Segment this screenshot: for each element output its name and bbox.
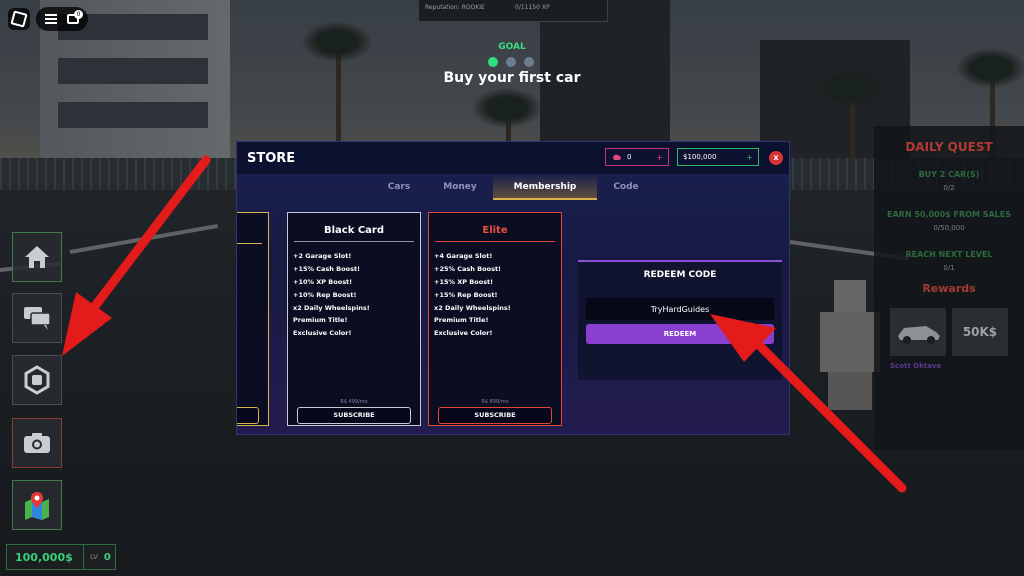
perk: +25% Cash Boost! [434, 264, 502, 273]
topbar-pill: 0 [36, 7, 88, 31]
robux-icon [24, 365, 50, 395]
reward-car-name: Scott Oktave [890, 362, 942, 370]
chat-badge: 0 [74, 10, 83, 19]
roblox-logo-icon [10, 10, 28, 28]
goal-step-dot [488, 57, 498, 67]
card-title: Black Card [323, 225, 385, 236]
reputation-text: Reputation: ROOKIE [425, 4, 485, 11]
camera-icon [24, 433, 50, 453]
goal-title: Buy your first car [443, 70, 581, 86]
membership-card-elite: Elite +4 Garage Slot! +25% Cash Boost! +… [428, 212, 562, 426]
perk: +15% Rep Boost! [434, 290, 498, 299]
level-value: 0 [103, 551, 111, 563]
tab-code[interactable]: Code [609, 174, 643, 200]
redeem-button[interactable]: REDEEM [586, 324, 774, 344]
map-icon [25, 492, 49, 520]
perk: +15% Cash Boost! [293, 264, 361, 273]
add-gems-icon[interactable]: + [656, 153, 663, 162]
map-button[interactable] [12, 480, 62, 530]
roblox-menu-button[interactable] [8, 8, 30, 30]
cash-display[interactable]: $100,000 + [677, 148, 759, 166]
card-price: R$ 499/mo [340, 399, 368, 405]
store-tabs: Cars Money Membership Code [237, 174, 789, 200]
store-header: STORE 0 + $100,000 + x [237, 142, 789, 174]
quest-item: EARN 50,000$ FROM SALES [887, 210, 1011, 219]
quest-progress: 0/50,000 [933, 224, 965, 232]
perk: +2 Garage Slot! [293, 252, 352, 260]
perk: Exclusive Color! [434, 329, 493, 338]
money-amount: 100,000$ [15, 550, 73, 564]
store-modal: STORE 0 + $100,000 + x Cars Money Member… [236, 141, 790, 435]
reward-cash: 50K$ [952, 308, 1008, 356]
daily-quest-panel: DAILY QUEST BUY 2 CAR(S) 0/2 EARN 50,000… [874, 126, 1024, 450]
quest-title: DAILY QUEST [905, 140, 993, 154]
perk: +15% XP Boost! [434, 277, 494, 286]
subscribe-button[interactable]: SUBSCRIBE [297, 407, 411, 424]
perk: +4 Garage Slot! [434, 252, 493, 260]
level-label: LV [90, 553, 98, 561]
goal-label: GOAL [498, 42, 526, 52]
perk: Exclusive Color! [293, 329, 352, 338]
tab-money[interactable]: Money [437, 174, 483, 200]
robux-button[interactable] [12, 355, 62, 405]
chat-icon [24, 307, 51, 330]
hamburger-menu-icon[interactable] [45, 14, 57, 24]
perk: x2 Daily Wheelspins! [293, 303, 370, 312]
car-icon [898, 326, 940, 344]
gems-display[interactable]: 0 + [605, 148, 669, 166]
tab-membership[interactable]: Membership [493, 174, 597, 200]
store-title: STORE [247, 151, 296, 166]
redeem-code-panel: REDEEM CODE REDEEM [578, 260, 782, 380]
reward-cash-text: 50K$ [962, 325, 998, 339]
perk: +10% Rep Boost! [293, 290, 357, 299]
rewards-label: Rewards [922, 282, 976, 295]
gem-icon [613, 154, 621, 160]
tab-cars[interactable]: Cars [381, 174, 417, 200]
perk: x2 Daily Wheelspins! [434, 303, 511, 312]
home-icon [25, 246, 49, 268]
perk: +10% XP Boost! [293, 277, 353, 286]
goal-step-dot [524, 57, 534, 67]
card-title: Elite [482, 225, 508, 236]
goal-progress-dots [488, 57, 534, 67]
subscribe-button-partial[interactable] [237, 407, 259, 424]
membership-card-black: Black Card +2 Garage Slot! +15% Cash Boo… [287, 212, 421, 426]
card-price: R$ 899/mo [481, 399, 509, 405]
gems-value: 0 [627, 153, 632, 161]
goal-step-dot [506, 57, 516, 67]
redeem-code-input[interactable] [586, 298, 774, 320]
perk: Premium Title! [293, 316, 348, 325]
perk: Premium Title! [434, 316, 489, 325]
add-cash-icon[interactable]: + [746, 153, 753, 162]
reward-car [890, 308, 946, 356]
redeem-title: REDEEM CODE [643, 270, 717, 280]
subscribe-button[interactable]: SUBSCRIBE [438, 407, 552, 424]
quest-item: REACH NEXT LEVEL [905, 250, 993, 259]
membership-card-partial [237, 212, 269, 426]
chat-button[interactable] [12, 293, 62, 343]
chat-bubble-icon[interactable]: 0 [67, 10, 83, 24]
cash-value: $100,000 [683, 153, 717, 161]
money-level-hud: 100,000$ LV 0 [6, 544, 116, 570]
close-store-button[interactable]: x [769, 151, 783, 165]
reputation-bar: Reputation: ROOKIE 0/11150 XP [418, 0, 608, 22]
quest-progress: 0/2 [943, 184, 955, 192]
camera-button[interactable] [12, 418, 62, 468]
quest-item: BUY 2 CAR(S) [918, 170, 980, 179]
home-button[interactable] [12, 232, 62, 282]
quest-progress: 0/1 [943, 264, 955, 272]
xp-text: 0/11150 XP [515, 4, 550, 11]
level-display: LV 0 [83, 545, 111, 569]
